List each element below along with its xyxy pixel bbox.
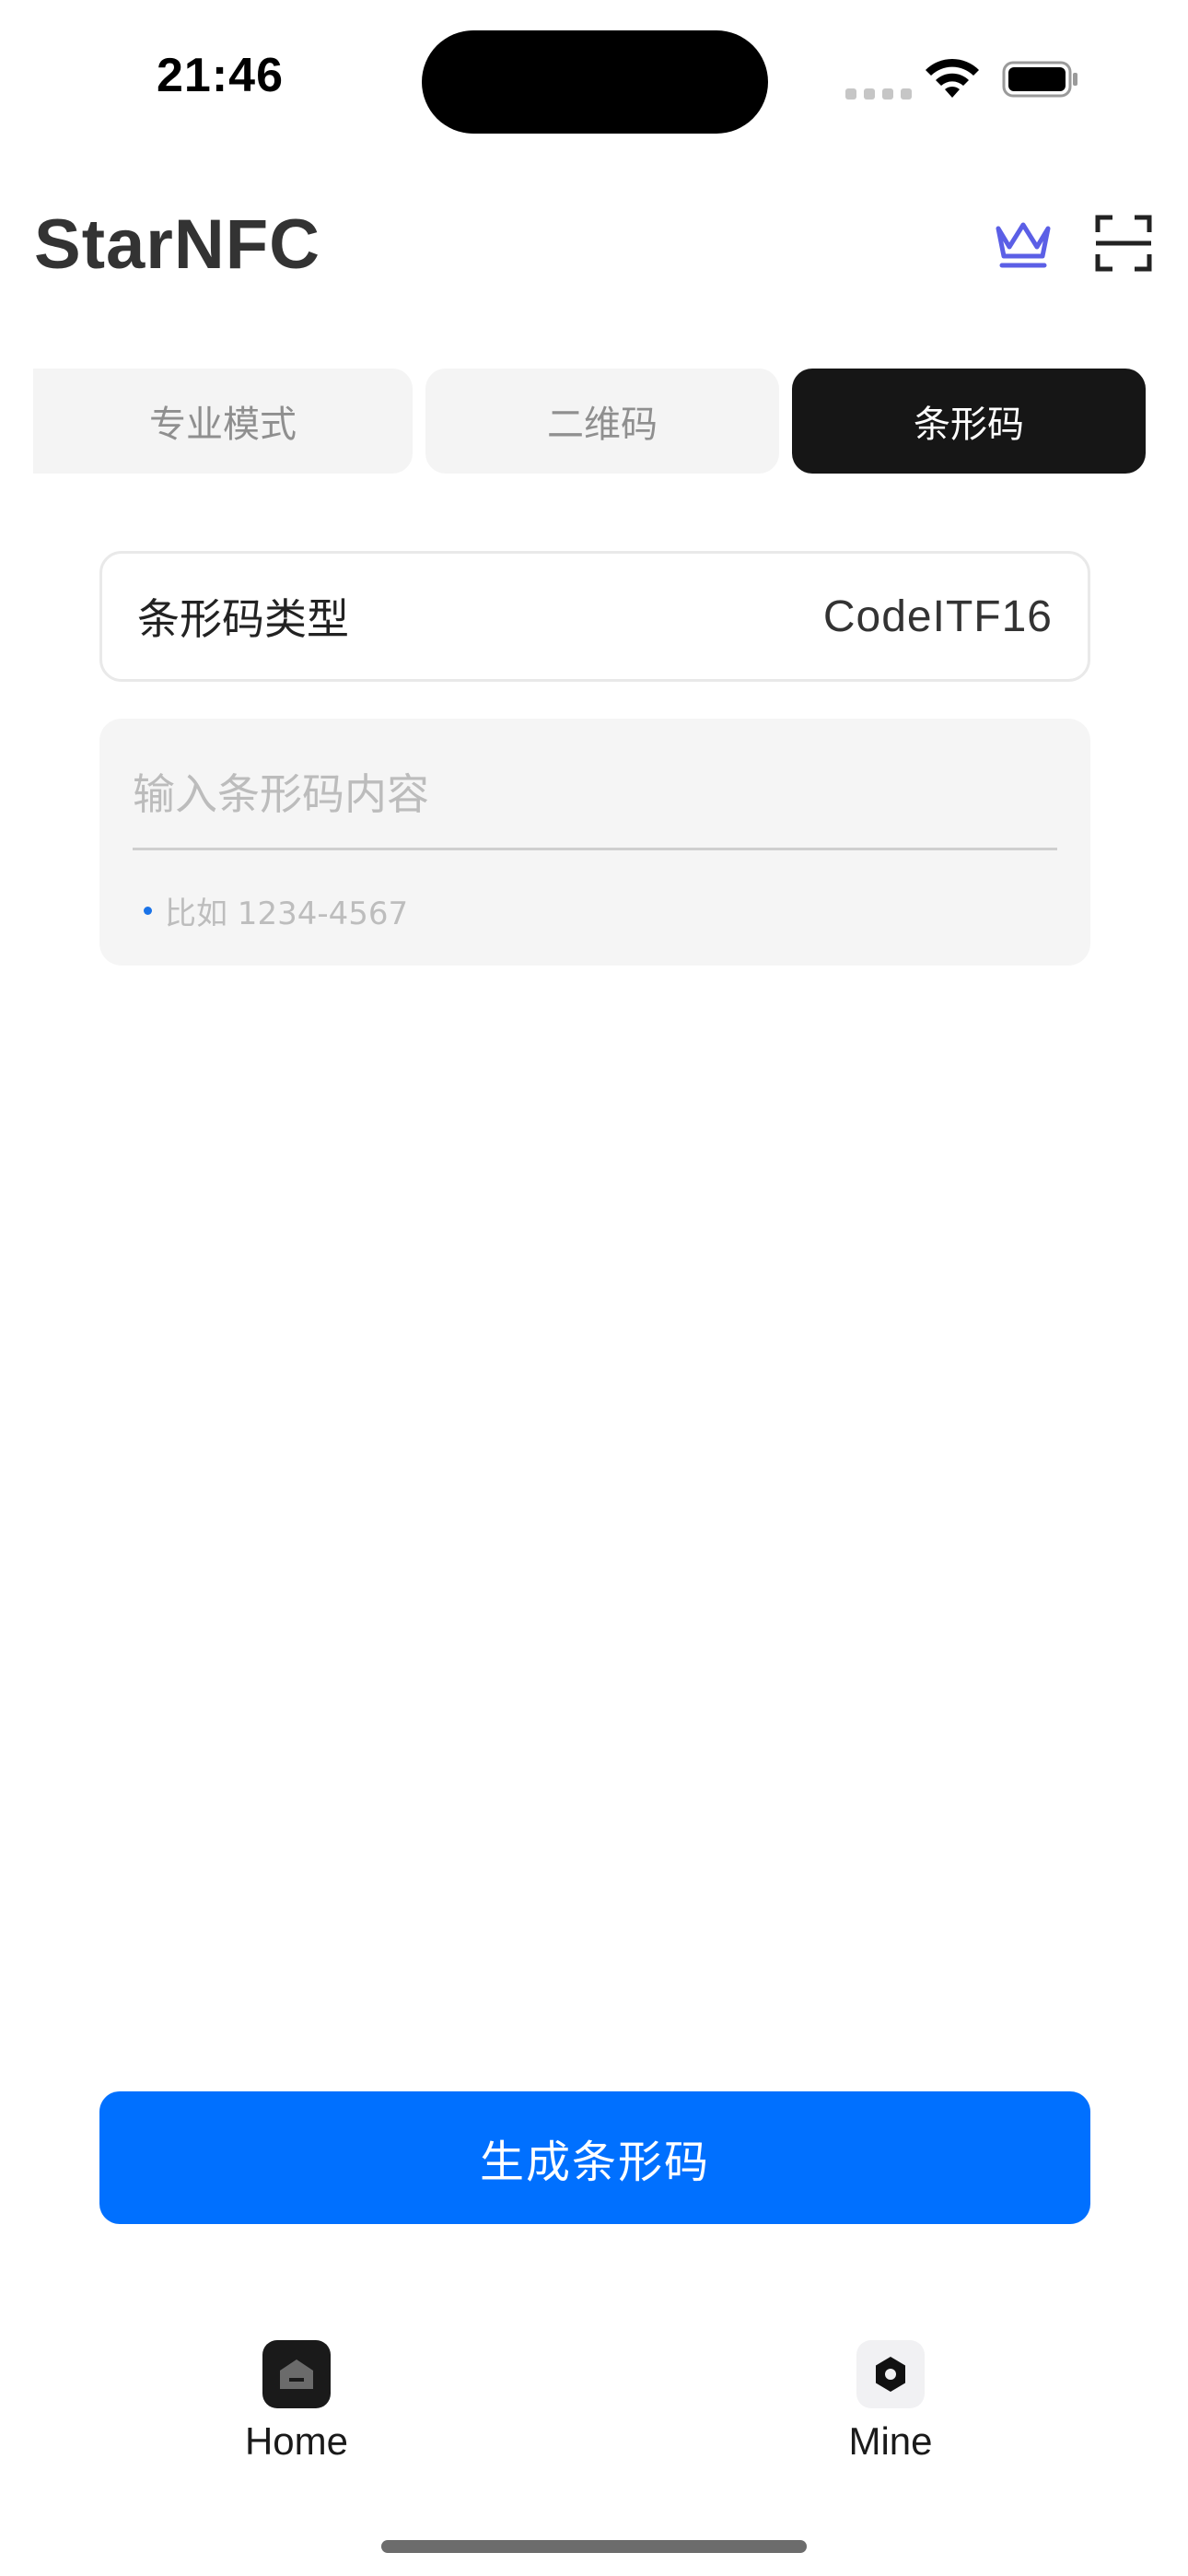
nav-label-mine: Mine xyxy=(848,2419,933,2463)
tab-qr-code[interactable]: 二维码 xyxy=(425,369,779,474)
scan-icon[interactable] xyxy=(1094,214,1153,273)
tab-professional-mode[interactable]: 专业模式 xyxy=(33,369,413,474)
input-divider xyxy=(133,848,1057,850)
barcode-type-value: CodeITF16 xyxy=(822,591,1053,641)
settings-hex-icon xyxy=(856,2340,925,2408)
barcode-content-input[interactable] xyxy=(133,755,1057,833)
home-icon xyxy=(262,2340,331,2408)
barcode-type-selector[interactable]: 条形码类型 CodeITF16 xyxy=(99,551,1090,682)
wifi-icon xyxy=(926,58,979,98)
crown-icon[interactable] xyxy=(991,214,1055,273)
nav-item-home[interactable]: Home xyxy=(195,2340,398,2464)
hint-text: 比如 1234-4567 xyxy=(165,896,409,932)
nav-item-mine[interactable]: Mine xyxy=(789,2340,992,2464)
input-hint: 比如 1234-4567 xyxy=(144,888,408,933)
home-indicator xyxy=(381,2540,807,2553)
app-title: StarNFC xyxy=(34,205,321,284)
dynamic-island xyxy=(422,30,768,134)
barcode-type-label: 条形码类型 xyxy=(137,594,349,644)
nav-label-home: Home xyxy=(244,2419,349,2463)
status-time: 21:46 xyxy=(157,49,284,102)
battery-icon xyxy=(1002,61,1077,98)
barcode-content-card: 比如 1234-4567 xyxy=(99,719,1090,966)
tab-barcode[interactable]: 条形码 xyxy=(792,369,1146,474)
bullet-dot-icon xyxy=(144,907,152,915)
generate-barcode-button[interactable]: 生成条形码 xyxy=(99,2091,1090,2224)
cellular-signal-icon xyxy=(845,88,912,100)
